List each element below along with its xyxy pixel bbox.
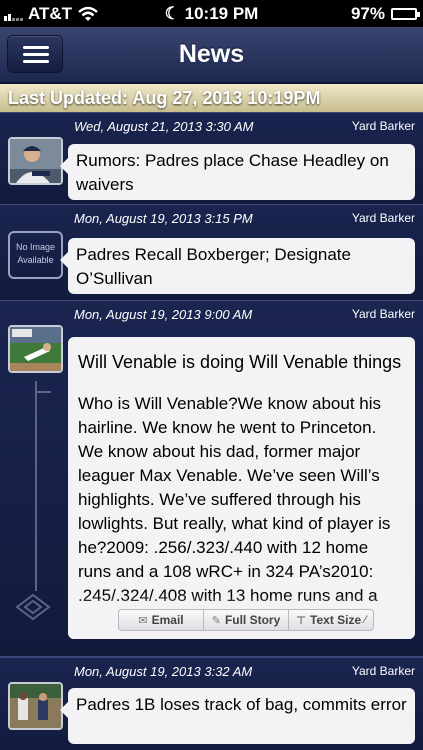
full-story-button[interactable]: ✎ Full Story — [204, 610, 289, 630]
player-photo-icon — [10, 139, 61, 183]
news-date: Mon, August 19, 2013 9:00 AM — [74, 307, 253, 322]
news-source: Yard Barker — [351, 211, 415, 225]
page-title: News — [178, 40, 245, 68]
status-right: 97% — [350, 4, 420, 24]
news-title: Rumors: Padres place Chase Headley on wa… — [76, 151, 389, 194]
news-title: Padres Recall Boxberger; Designate O’Sul… — [76, 245, 351, 288]
status-bar: AT&T ☾ 10:19 PM 97% — [0, 0, 423, 27]
envelope-icon: ✉ — [138, 614, 148, 627]
news-headline[interactable]: Padres Recall Boxberger; Designate O’Sul… — [60, 238, 415, 294]
last-updated-bar: Last Updated: Aug 27, 2013 10:19PM — [0, 84, 423, 112]
news-source: Yard Barker — [351, 307, 415, 321]
moon-icon: ☾ — [164, 4, 180, 23]
baseball-play-photo-icon — [10, 684, 61, 728]
text-size-icon: ⊤ — [295, 614, 307, 627]
news-thumbnail — [8, 325, 63, 373]
news-item-expanded[interactable]: Mon, August 19, 2013 9:00 AM Yard Barker… — [0, 300, 423, 650]
news-thumbnail — [8, 682, 63, 730]
nav-bar: News — [0, 27, 423, 83]
decorative-line — [35, 381, 37, 591]
no-image-placeholder: No Image Available — [8, 231, 63, 279]
news-item[interactable]: Mon, August 19, 2013 3:15 PM Yard Barker… — [0, 204, 423, 300]
time-label: 10:19 PM — [184, 4, 259, 23]
news-source: Yard Barker — [351, 664, 415, 678]
news-headline[interactable]: Padres 1B loses track of bag, commits er… — [60, 688, 415, 744]
news-headline[interactable]: Rumors: Padres place Chase Headley on wa… — [60, 144, 415, 200]
email-label: Email — [151, 613, 184, 627]
news-item[interactable]: Mon, August 19, 2013 3:32 AM Yard Barker… — [0, 656, 423, 750]
text-size-button[interactable]: ⊤ Text Size ⁄ — [289, 610, 373, 630]
news-title: Padres 1B loses track of bag, commits er… — [76, 695, 407, 714]
article-actions: ✉ Email ✎ Full Story ⊤ Text Size ⁄ — [118, 609, 374, 631]
battery-percent: 97% — [350, 4, 385, 23]
news-date: Mon, August 19, 2013 3:15 PM — [74, 211, 253, 226]
battery-icon — [391, 8, 420, 20]
news-date: Wed, August 21, 2013 3:30 AM — [74, 119, 254, 134]
article-body: Who is Will Venable?We know about his ha… — [78, 394, 391, 605]
diamond-decoration-icon — [15, 593, 51, 621]
text-size-label: Text Size — [310, 613, 362, 627]
article-preview[interactable]: Will Venable is doing Will Venable thing… — [68, 337, 415, 639]
decorative-line — [35, 391, 51, 393]
news-date: Mon, August 19, 2013 3:32 AM — [74, 664, 253, 679]
pencil-icon: ✎ — [211, 614, 221, 627]
baseball-catch-photo-icon — [10, 327, 61, 371]
article-title: Will Venable is doing Will Venable thing… — [78, 352, 402, 372]
news-item[interactable]: Wed, August 21, 2013 3:30 AM Yard Barker… — [0, 112, 423, 204]
full-story-label: Full Story — [224, 613, 281, 627]
news-source: Yard Barker — [351, 119, 415, 133]
text-size-arrow-icon: ⁄ — [364, 614, 367, 626]
news-thumbnail — [8, 137, 63, 185]
email-button[interactable]: ✉ Email — [119, 610, 204, 630]
